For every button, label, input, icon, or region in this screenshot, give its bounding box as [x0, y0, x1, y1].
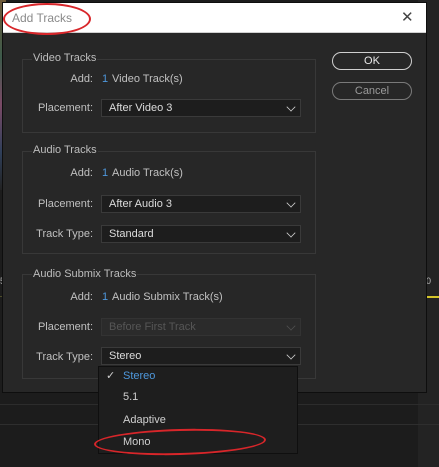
dialog-title: Add Tracks: [12, 11, 73, 25]
submix-add-count[interactable]: 1: [102, 291, 108, 303]
submix-placement-select: Before First Track: [101, 318, 301, 336]
audio-placement-value: After Audio 3: [109, 198, 172, 210]
submix-placement-label: Placement:: [37, 321, 93, 333]
menu-item-label: 5.1: [123, 391, 139, 403]
audio-tracks-title: Audio Tracks: [32, 144, 98, 156]
chevron-down-icon: [286, 228, 296, 238]
video-tracks-group: [22, 59, 316, 133]
menu-item-5-1[interactable]: 5.1: [99, 388, 297, 408]
submix-add-label: Add:: [70, 291, 93, 303]
submix-track-type-value: Stereo: [109, 350, 142, 362]
check-icon: ✓: [106, 370, 116, 382]
add-tracks-dialog: Add Tracks ✕ Video Tracks Add: 1 Video T…: [2, 2, 427, 393]
submix-add-suffix: Audio Submix Track(s): [112, 291, 223, 303]
audio-add-label: Add:: [70, 167, 93, 179]
video-add-count[interactable]: 1: [102, 73, 108, 85]
track-type-dropdown-menu: ✓ Stereo 5.1 Adaptive Mono: [98, 366, 298, 454]
menu-item-label: Mono: [123, 436, 151, 448]
close-icon[interactable]: ✕: [401, 8, 414, 26]
submix-track-type-select[interactable]: Stereo: [101, 347, 301, 365]
video-tracks-title: Video Tracks: [32, 52, 98, 64]
dialog-titlebar[interactable]: Add Tracks ✕: [3, 3, 426, 33]
chevron-down-icon: [286, 102, 296, 112]
video-placement-select[interactable]: After Video 3: [101, 99, 301, 117]
cancel-button[interactable]: Cancel: [332, 82, 412, 100]
submix-tracks-title: Audio Submix Tracks: [32, 268, 138, 280]
audio-placement-label: Placement:: [37, 198, 93, 210]
menu-item-stereo[interactable]: ✓ Stereo: [99, 367, 297, 387]
video-add-label: Add:: [70, 73, 93, 85]
audio-track-type-label: Track Type:: [36, 228, 93, 240]
submix-track-type-label: Track Type:: [36, 351, 93, 363]
chevron-down-icon: [286, 198, 296, 208]
audio-add-count[interactable]: 1: [102, 167, 108, 179]
menu-item-label: Adaptive: [123, 414, 166, 426]
video-placement-label: Placement:: [37, 102, 93, 114]
audio-placement-select[interactable]: After Audio 3: [101, 195, 301, 213]
submix-placement-value: Before First Track: [109, 321, 196, 333]
ok-button[interactable]: OK: [332, 52, 412, 70]
chevron-down-icon: [286, 321, 296, 331]
audio-track-type-select[interactable]: Standard: [101, 225, 301, 243]
video-placement-value: After Video 3: [109, 102, 173, 114]
audio-track-type-value: Standard: [109, 228, 154, 240]
chevron-down-icon: [286, 350, 296, 360]
menu-item-label: Stereo: [123, 370, 156, 382]
audio-add-suffix: Audio Track(s): [112, 167, 183, 179]
video-add-suffix: Video Track(s): [112, 73, 183, 85]
menu-item-adaptive[interactable]: Adaptive: [99, 411, 297, 431]
menu-item-mono[interactable]: Mono: [99, 433, 297, 453]
